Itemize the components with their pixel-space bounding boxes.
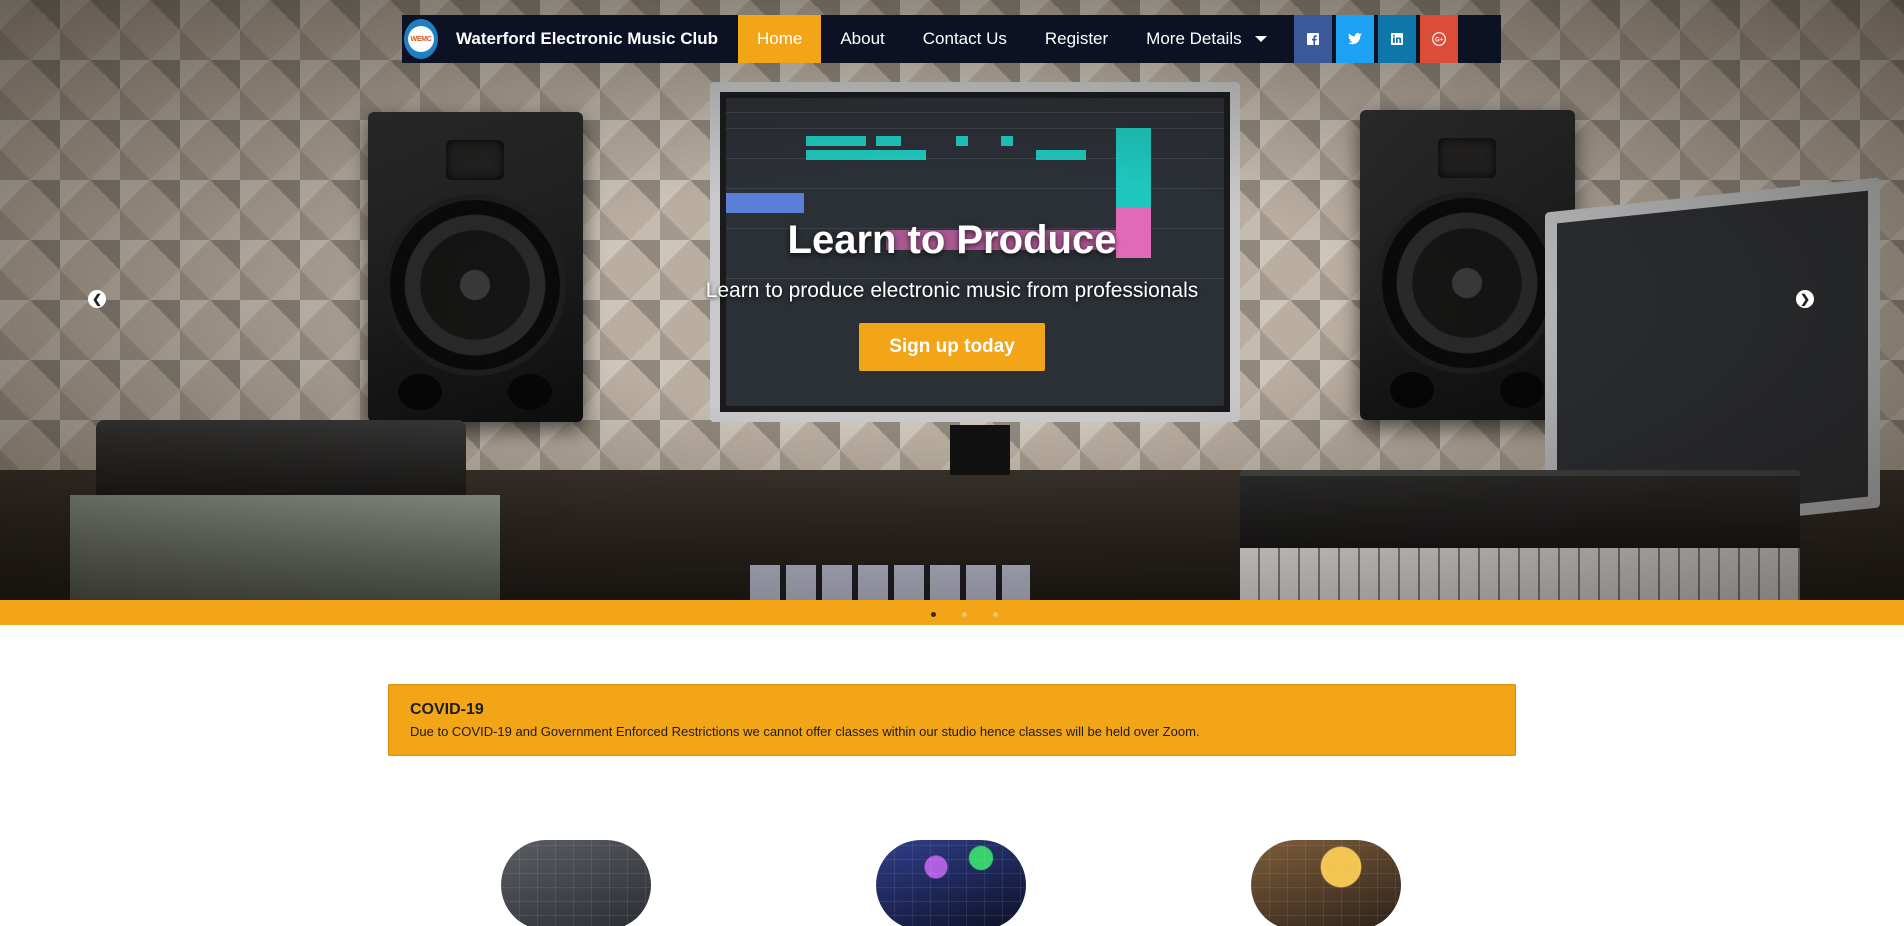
- feature-image-outboard[interactable]: [1251, 840, 1401, 926]
- nav-contact-us[interactable]: Contact Us: [904, 15, 1026, 63]
- twitter-icon: [1347, 33, 1362, 45]
- carousel-dot-3[interactable]: [993, 612, 998, 617]
- caret-down-icon: [1254, 36, 1267, 42]
- feature-image-mixer[interactable]: [876, 840, 1026, 926]
- carousel-dot-1[interactable]: [931, 612, 936, 617]
- twitter-button[interactable]: [1335, 15, 1374, 63]
- nav-more-details-label: More Details: [1146, 29, 1242, 48]
- carousel-dot-2[interactable]: [962, 612, 967, 617]
- facebook-icon: [1306, 33, 1319, 45]
- chevron-left-icon: ❮: [91, 292, 103, 306]
- carousel-prev-button[interactable]: ❮: [88, 290, 106, 308]
- svg-text:G+: G+: [1435, 38, 1444, 44]
- carousel-next-button[interactable]: ❯: [1796, 290, 1814, 308]
- carousel-indicators: [918, 612, 1011, 617]
- brand-link[interactable]: WEMC Waterford Electronic Music Club: [402, 15, 738, 63]
- social-links: G+: [1290, 15, 1458, 63]
- hero-subtitle: Learn to produce electronic music from p…: [705, 279, 1199, 302]
- nav-home[interactable]: Home: [737, 15, 822, 63]
- alert-title: COVID-19: [410, 701, 484, 718]
- google-plus-icon: G+: [1431, 32, 1446, 46]
- google-plus-button[interactable]: G+: [1419, 15, 1458, 63]
- brand-name: Waterford Electronic Music Club: [456, 29, 718, 48]
- nav-register[interactable]: Register: [1026, 15, 1127, 63]
- alert-body: Due to COVID-19 and Government Enforced …: [410, 724, 1200, 739]
- linkedin-button[interactable]: [1377, 15, 1416, 63]
- hero-title: Learn to Produce: [787, 218, 1117, 262]
- main-navbar: WEMC Waterford Electronic Music Club Hom…: [402, 15, 1501, 63]
- sign-up-button[interactable]: Sign up today: [859, 323, 1045, 371]
- club-logo-text: WEMC: [408, 26, 434, 52]
- nav-about[interactable]: About: [821, 15, 903, 63]
- hero-carousel: Learn to Produce Learn to produce electr…: [0, 0, 1904, 600]
- linkedin-icon: [1390, 33, 1403, 45]
- covid-alert: COVID-19 Due to COVID-19 and Government …: [388, 684, 1516, 756]
- hero-caption: Learn to Produce Learn to produce electr…: [0, 218, 1904, 371]
- chevron-right-icon: ❯: [1799, 292, 1811, 306]
- feature-image-daw[interactable]: [501, 840, 651, 926]
- club-logo: WEMC: [404, 19, 438, 59]
- facebook-button[interactable]: [1293, 15, 1332, 63]
- nav-more-details-dropdown[interactable]: More Details: [1127, 15, 1285, 63]
